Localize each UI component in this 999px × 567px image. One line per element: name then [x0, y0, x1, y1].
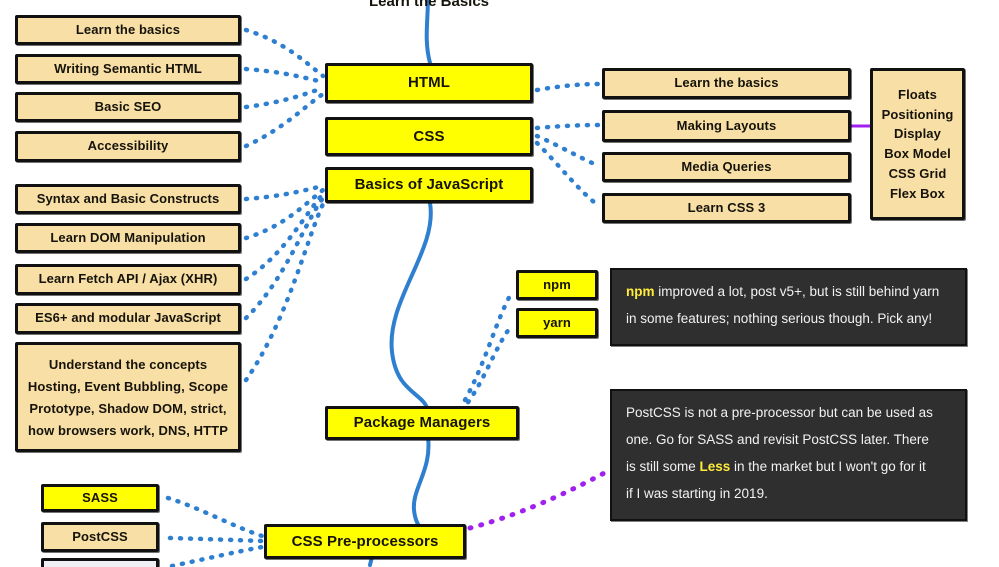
note-npm-line-1-rest: improved a lot, post v5+, but is still b… [654, 284, 940, 299]
note-postcss: PostCSS is not a pre-processor but can b… [610, 389, 967, 521]
edge-html-seo [243, 85, 326, 110]
node-package-managers-label: Package Managers [353, 414, 491, 432]
node-label: Learn the basics [674, 75, 779, 91]
note-postcss-highlight: Less [699, 459, 731, 474]
node-css-topic-learn-the-basics[interactable]: Learn the basics [602, 68, 851, 99]
edge-preproc-postcss [167, 535, 265, 544]
node-js-concepts-line-2: Hosting, Event Bubbling, Scope [27, 379, 229, 395]
node-label: Writing Semantic HTML [54, 60, 202, 76]
node-css-layout-topics[interactable]: Floats Positioning Display Box Model CSS… [870, 68, 965, 220]
css-layout-topic-positioning: Positioning [881, 106, 954, 122]
css-layout-topic-floats: Floats [898, 86, 937, 102]
node-css-label: CSS [413, 127, 445, 145]
edge-pkg-yarn [459, 322, 515, 413]
edge-preproc-less [169, 544, 265, 567]
note-postcss-line-3-post: in the market but I won't go for it [730, 459, 926, 474]
node-label: ES6+ and modular JavaScript [35, 310, 221, 326]
node-css-topic-making-layouts[interactable]: Making Layouts [602, 110, 851, 142]
node-label: Learn Fetch API / Ajax (XHR) [38, 271, 218, 287]
node-preprocessor-less[interactable]: Less [41, 558, 159, 567]
node-css-layout-topics-list: Floats Positioning Display Box Model CSS… [873, 79, 962, 210]
roadmap-canvas: Learn the Basics HTML CSS Basics of Java… [0, 0, 999, 567]
node-preprocessor-postcss[interactable]: PostCSS [41, 522, 159, 552]
node-css-pre-processors-label: CSS Pre-processors [291, 532, 439, 550]
edge-js-fetch [243, 191, 326, 282]
note-postcss-line-1: PostCSS is not a pre-processor but can b… [626, 405, 933, 420]
css-layout-topic-flex-box: Flex Box [890, 185, 945, 201]
css-layout-topic-box-model: Box Model [884, 146, 951, 161]
node-label: Accessibility [87, 138, 169, 154]
node-html-topic-accessibility[interactable]: Accessibility [15, 131, 241, 162]
node-html-topic-basic-seo[interactable]: Basic SEO [15, 92, 241, 122]
node-js-concepts[interactable]: Understand the concepts Hosting, Event B… [15, 342, 241, 452]
edge-preproc-to-postcss-note [467, 467, 613, 531]
node-js-topic-learn-fetch-api-ajax[interactable]: Learn Fetch API / Ajax (XHR) [15, 264, 241, 295]
node-label: Learn CSS 3 [687, 199, 766, 215]
node-js-topic-es6-modular-javascript[interactable]: ES6+ and modular JavaScript [15, 303, 241, 334]
node-css-pre-processors[interactable]: CSS Pre-processors [264, 524, 466, 559]
node-label: Learn the basics [75, 21, 181, 37]
css-layout-topic-display: Display [894, 126, 941, 142]
node-html-topic-writing-semantic-html[interactable]: Writing Semantic HTML [15, 54, 241, 84]
node-label: Basic SEO [94, 98, 162, 114]
node-label: Media Queries [681, 158, 772, 174]
edge-css-making-layouts [534, 122, 602, 131]
note-npm: npm improved a lot, post v5+, but is sti… [610, 268, 967, 346]
node-html-label: HTML [407, 74, 451, 92]
spine-js-to-pkg [389, 201, 433, 413]
note-postcss-line-3: is still some Less in the market but I w… [626, 453, 951, 480]
edge-html-semantic [243, 66, 326, 85]
node-css[interactable]: CSS [325, 117, 533, 156]
edge-js-syntax [243, 183, 326, 202]
node-html[interactable]: HTML [325, 63, 533, 103]
node-js-topic-learn-dom-manipulation[interactable]: Learn DOM Manipulation [15, 223, 241, 253]
css-layout-topic-css-grid: CSS Grid [888, 165, 947, 181]
node-preprocessor-sass[interactable]: SASS [41, 484, 159, 512]
edge-css-learn-basics [534, 81, 602, 93]
edge-html-accessibility [243, 91, 326, 149]
edge-css-media-queries [534, 133, 602, 169]
note-npm-line-1: npm improved a lot, post v5+, but is sti… [626, 278, 951, 305]
edge-js-dom [243, 187, 326, 241]
node-label: Learn DOM Manipulation [50, 229, 206, 245]
page-title: Learn the Basics [368, 0, 490, 10]
note-postcss-line-4: if I was starting in 2019. [626, 486, 768, 501]
node-html-topic-learn-the-basics[interactable]: Learn the basics [15, 15, 241, 45]
edge-js-concepts [243, 199, 327, 383]
node-package-manager-yarn[interactable]: yarn [516, 308, 598, 338]
note-npm-line-2: in some features; nothing serious though… [626, 311, 933, 326]
edge-preproc-sass [165, 495, 265, 539]
edge-pkg-npm [462, 289, 515, 403]
edge-html-learn-basics [243, 27, 326, 79]
note-npm-highlight: npm [626, 284, 655, 299]
edge-css-learn-css3 [534, 140, 602, 209]
node-basics-of-javascript-label: Basics of JavaScript [354, 176, 504, 194]
node-package-managers[interactable]: Package Managers [325, 406, 519, 440]
node-label: PostCSS [72, 528, 128, 544]
node-basics-of-javascript[interactable]: Basics of JavaScript [325, 167, 533, 203]
node-css-topic-media-queries[interactable]: Media Queries [602, 152, 851, 182]
node-label: Syntax and Basic Constructs [36, 190, 220, 206]
node-label: npm [543, 276, 571, 292]
node-js-concepts-lines: Understand the concepts Hosting, Event B… [20, 348, 236, 445]
node-label: SASS [82, 489, 118, 505]
node-css-topic-learn-css-3[interactable]: Learn CSS 3 [602, 193, 851, 223]
node-js-concepts-line-1: Understand the concepts [48, 357, 208, 373]
node-js-concepts-line-4: how browsers work, DNS, HTTP [27, 422, 228, 438]
node-js-concepts-line-3: Prototype, Shadow DOM, strict, [29, 401, 227, 416]
node-label: yarn [543, 314, 571, 330]
edge-js-es6 [243, 195, 326, 321]
node-js-topic-syntax-and-basic-constructs[interactable]: Syntax and Basic Constructs [15, 184, 241, 214]
node-package-manager-npm[interactable]: npm [516, 270, 598, 300]
node-label: Making Layouts [676, 117, 777, 133]
note-postcss-line-2: one. Go for SASS and revisit PostCSS lat… [626, 432, 929, 447]
note-postcss-line-3-pre: is still some [626, 459, 700, 474]
